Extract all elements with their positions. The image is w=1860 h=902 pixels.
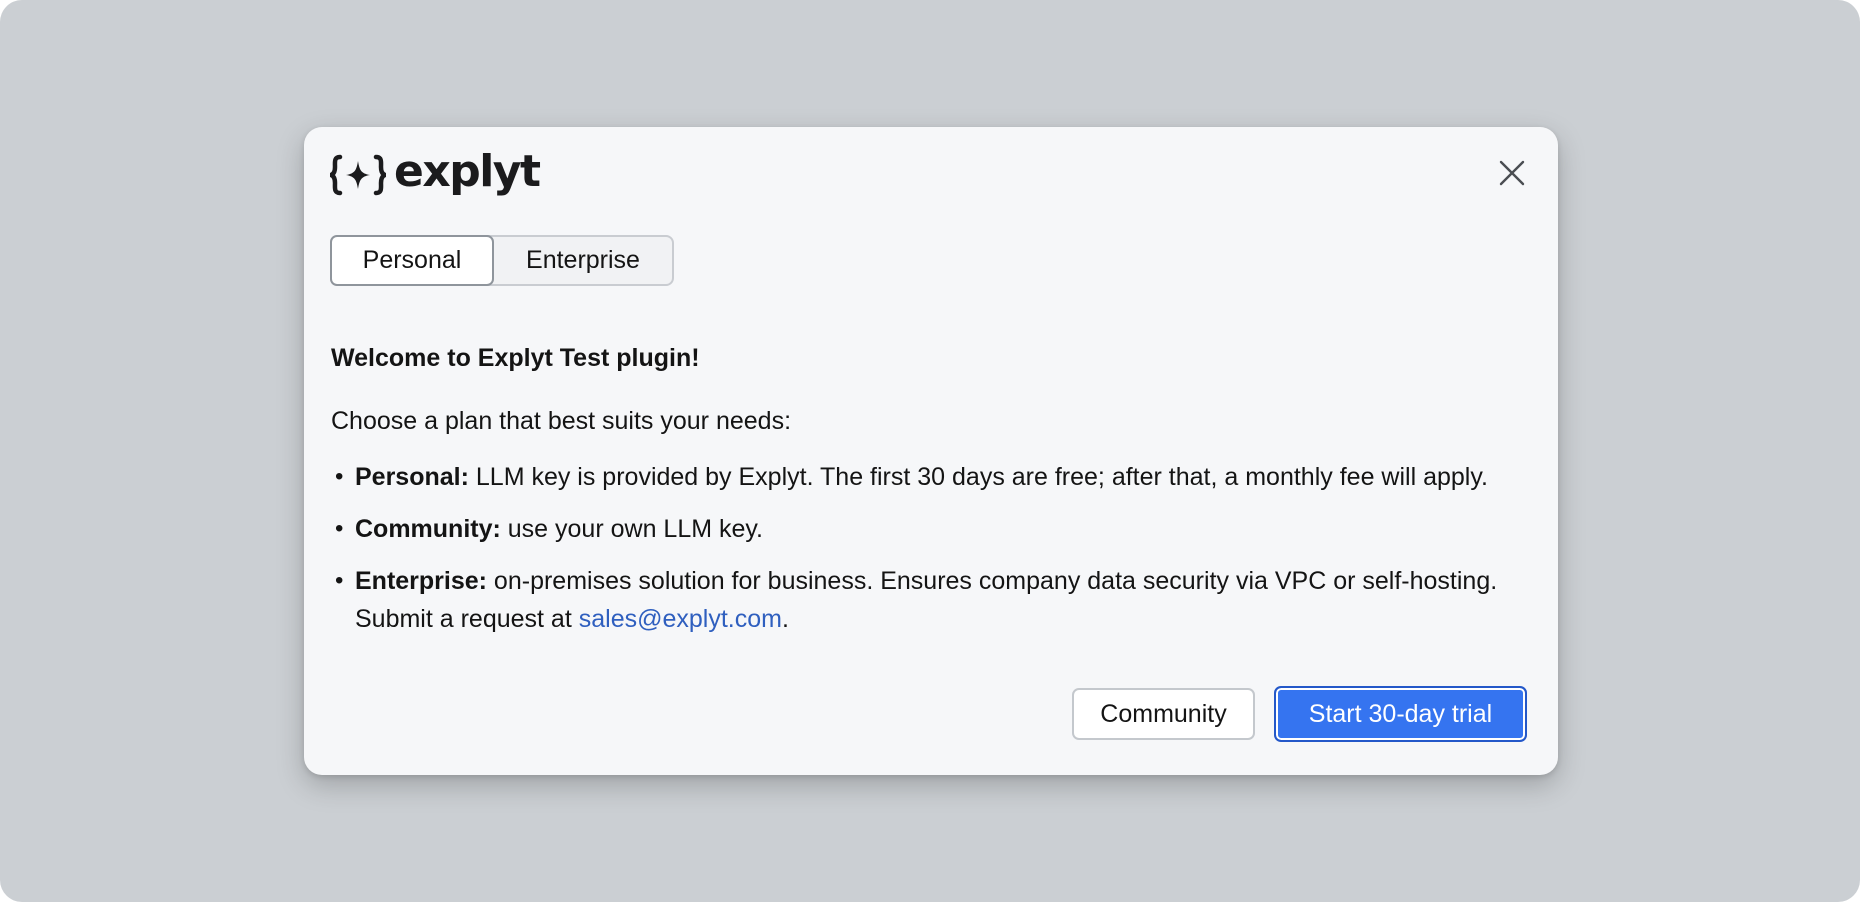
plan-description: use your own LLM key. [500,515,763,543]
braces-sparkle-icon [330,154,386,196]
tab-enterprise[interactable]: Enterprise [494,237,672,284]
intro-text: Choose a plan that best suits your needs… [331,407,792,435]
plan-suffix: . [781,605,789,633]
sales-email-link[interactable]: sales@explyt.com [579,605,782,633]
list-item-community: Community: use your own LLM key. [331,510,1541,548]
explyt-logo: explyt [330,146,541,199]
plan-list: Personal: LLM key is provided by Explyt.… [331,458,1541,638]
plan-tabs: Personal Enterprise [330,235,674,286]
list-item-enterprise: Enterprise: on-premises solution for bus… [331,562,1541,638]
plan-term: Personal: [355,463,469,491]
start-trial-button[interactable]: Start 30-day trial [1274,686,1527,742]
plan-description: on-premises solution for business. Ensur… [355,567,1498,633]
list-item-personal: Personal: LLM key is provided by Explyt.… [331,458,1541,496]
plan-dialog: explyt Personal Enterprise Welcome to Ex… [304,127,1558,775]
close-icon [1499,160,1525,186]
close-button[interactable] [1492,153,1532,193]
dialog-content: Welcome to Explyt Test plugin! Choose a … [331,341,1541,652]
plan-description: LLM key is provided by Explyt. The first… [468,463,1488,491]
plan-term: Enterprise: [355,567,487,595]
plan-term: Community: [355,515,501,543]
brand-name: explyt [394,146,541,197]
welcome-heading: Welcome to Explyt Test plugin! [331,344,700,372]
tab-personal[interactable]: Personal [330,235,494,286]
community-button[interactable]: Community [1072,688,1255,740]
